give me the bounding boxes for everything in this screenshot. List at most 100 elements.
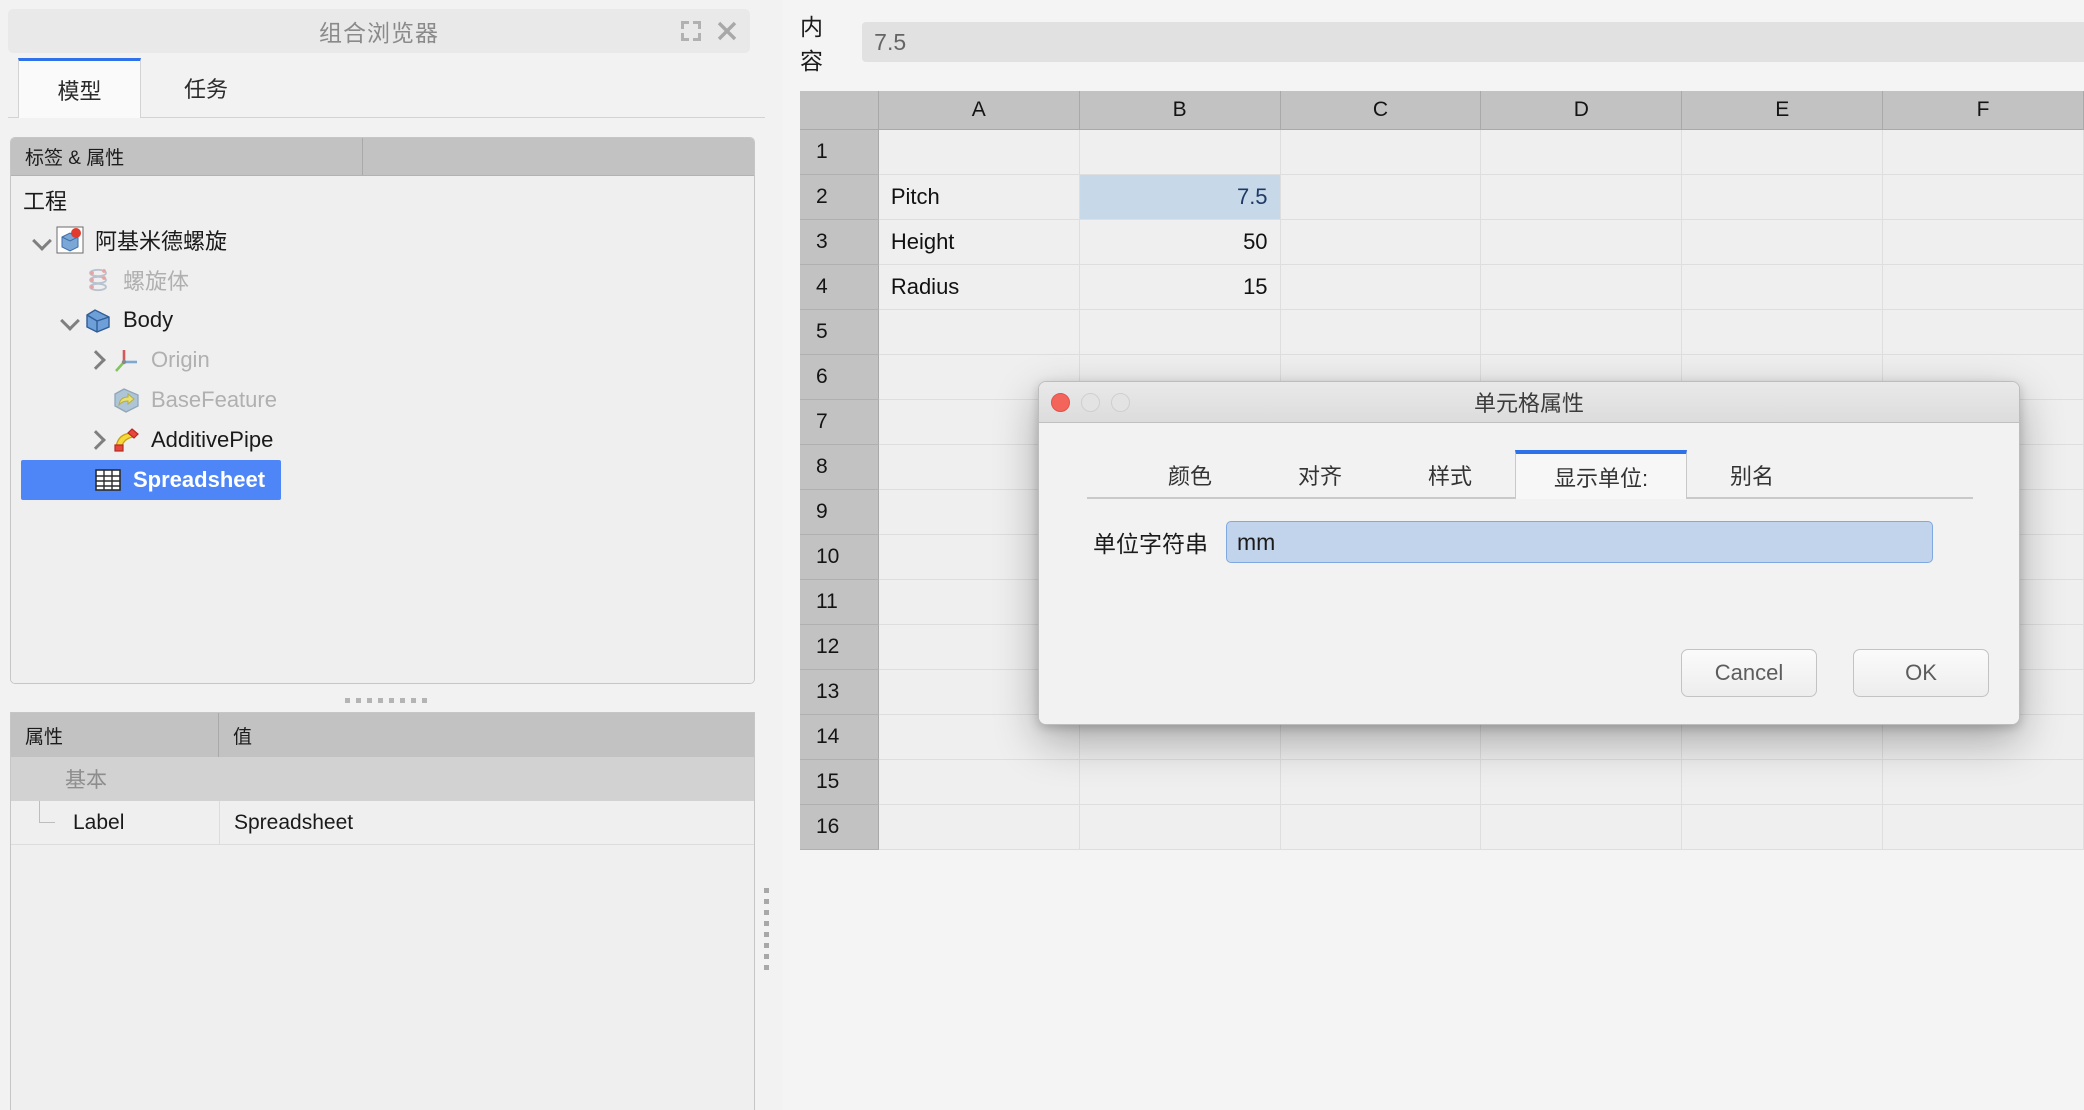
cell-C3[interactable]	[1280, 219, 1482, 265]
grid-corner[interactable]	[800, 91, 879, 130]
cell-A1[interactable]	[878, 129, 1080, 175]
cell-F15[interactable]	[1882, 759, 2084, 805]
cell-D5[interactable]	[1480, 309, 1683, 355]
column-header-e[interactable]: E	[1681, 91, 1884, 130]
cell-B15[interactable]	[1079, 759, 1281, 805]
cell-E2[interactable]	[1681, 174, 1884, 220]
cell-E16[interactable]	[1681, 804, 1884, 850]
chevron-down-icon[interactable]	[29, 227, 55, 253]
cell-E5[interactable]	[1681, 309, 1884, 355]
cell-A2[interactable]: Pitch	[878, 174, 1080, 220]
cell-B3[interactable]: 50	[1079, 219, 1281, 265]
property-header-name: 属性	[11, 713, 219, 757]
cell-D2[interactable]	[1480, 174, 1683, 220]
row-header-16[interactable]: 16	[800, 804, 879, 850]
row-header-1[interactable]: 1	[800, 129, 879, 175]
cell-E4[interactable]	[1681, 264, 1884, 310]
column-header-d[interactable]: D	[1480, 91, 1683, 130]
cell-B1[interactable]	[1079, 129, 1281, 175]
tree-item-spreadsheet[interactable]: Spreadsheet	[21, 460, 281, 500]
cell-C2[interactable]	[1280, 174, 1482, 220]
cell-A3[interactable]: Height	[878, 219, 1080, 265]
row-header-3[interactable]: 3	[800, 219, 879, 265]
cell-C16[interactable]	[1280, 804, 1482, 850]
cell-C15[interactable]	[1280, 759, 1482, 805]
column-header-a[interactable]: A	[878, 91, 1080, 130]
dialog-title: 单元格属性	[1473, 391, 1584, 416]
tab-model[interactable]: 模型	[18, 58, 141, 118]
cell-D15[interactable]	[1480, 759, 1683, 805]
cell-D16[interactable]	[1480, 804, 1683, 850]
row-header-13[interactable]: 13	[800, 669, 879, 715]
cell-F1[interactable]	[1882, 129, 2084, 175]
tab-style[interactable]: 样式	[1385, 450, 1515, 499]
tree-item-basefeature[interactable]: BaseFeature	[11, 380, 754, 420]
tree-item-body[interactable]: Body	[11, 300, 754, 340]
cell-B2[interactable]: 7.5	[1079, 174, 1281, 220]
cell-F5[interactable]	[1882, 309, 2084, 355]
row-header-14[interactable]: 14	[800, 714, 879, 760]
tree-item-archimedes-spiral[interactable]: 阿基米德螺旋	[11, 220, 754, 260]
cell-E15[interactable]	[1681, 759, 1884, 805]
cell-C4[interactable]	[1280, 264, 1482, 310]
cell-F3[interactable]	[1882, 219, 2084, 265]
vertical-splitter-handle[interactable]	[763, 888, 769, 976]
dialog-titlebar[interactable]: 单元格属性	[1039, 382, 2019, 423]
cell-C5[interactable]	[1280, 309, 1482, 355]
cancel-button[interactable]: Cancel	[1681, 649, 1817, 697]
ok-button[interactable]: OK	[1853, 649, 1989, 697]
row-header-7[interactable]: 7	[800, 399, 879, 445]
cell-C1[interactable]	[1280, 129, 1482, 175]
minimize-button[interactable]	[1081, 393, 1100, 412]
tree-item-additivepipe[interactable]: AdditivePipe	[11, 420, 754, 460]
horizontal-splitter-handle[interactable]	[345, 696, 435, 704]
cell-F16[interactable]	[1882, 804, 2084, 850]
cell-A16[interactable]	[878, 804, 1080, 850]
close-icon[interactable]	[716, 20, 738, 42]
row-header-10[interactable]: 10	[800, 534, 879, 580]
unit-string-input[interactable]	[1226, 521, 1933, 563]
tab-task[interactable]: 任务	[141, 58, 271, 118]
zoom-button[interactable]	[1111, 393, 1130, 412]
column-header-b[interactable]: B	[1079, 91, 1281, 130]
cell-D3[interactable]	[1480, 219, 1683, 265]
cell-B16[interactable]	[1079, 804, 1281, 850]
row-header-6[interactable]: 6	[800, 354, 879, 400]
content-input[interactable]	[862, 22, 2084, 62]
tab-alias[interactable]: 别名	[1687, 450, 1817, 499]
cell-A4[interactable]: Radius	[878, 264, 1080, 310]
chevron-right-icon[interactable]	[85, 427, 111, 453]
tree-item-origin[interactable]: Origin	[11, 340, 754, 380]
tree-item-helix[interactable]: 螺旋体	[11, 260, 754, 300]
cell-D1[interactable]	[1480, 129, 1683, 175]
row-header-8[interactable]: 8	[800, 444, 879, 490]
close-button[interactable]	[1051, 393, 1070, 412]
column-header-f[interactable]: F	[1882, 91, 2084, 130]
cell-A15[interactable]	[878, 759, 1080, 805]
row-header-4[interactable]: 4	[800, 264, 879, 310]
row-header-12[interactable]: 12	[800, 624, 879, 670]
cell-F4[interactable]	[1882, 264, 2084, 310]
cell-A5[interactable]	[878, 309, 1080, 355]
column-header-c[interactable]: C	[1280, 91, 1482, 130]
property-value[interactable]: Spreadsheet	[219, 801, 754, 844]
cell-E1[interactable]	[1681, 129, 1884, 175]
row-header-11[interactable]: 11	[800, 579, 879, 625]
chevron-down-icon[interactable]	[57, 307, 83, 333]
cell-B4[interactable]: 15	[1079, 264, 1281, 310]
cell-B5[interactable]	[1079, 309, 1281, 355]
float-icon[interactable]	[680, 20, 702, 42]
cell-F2[interactable]	[1882, 174, 2084, 220]
cell-D4[interactable]	[1480, 264, 1683, 310]
row-header-5[interactable]: 5	[800, 309, 879, 355]
cell-E3[interactable]	[1681, 219, 1884, 265]
row-header-2[interactable]: 2	[800, 174, 879, 220]
row-header-9[interactable]: 9	[800, 489, 879, 535]
tab-alignment[interactable]: 对齐	[1255, 450, 1385, 499]
chevron-right-icon[interactable]	[85, 347, 111, 373]
tab-color[interactable]: 颜色	[1125, 450, 1255, 499]
tab-display-unit[interactable]: 显示单位:	[1515, 450, 1687, 499]
tree-item-project[interactable]: 工程	[11, 180, 754, 220]
row-header-15[interactable]: 15	[800, 759, 879, 805]
property-row-label[interactable]: Label Spreadsheet	[11, 801, 754, 845]
